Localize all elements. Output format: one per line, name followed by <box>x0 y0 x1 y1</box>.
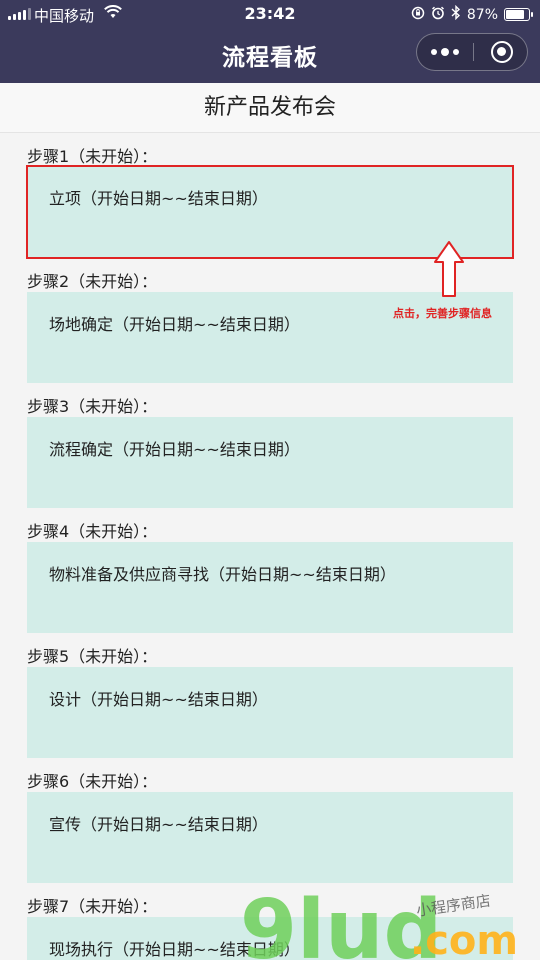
step-text: 场地确定（开始日期~~结束日期） <box>49 315 300 334</box>
step-text: 物料准备及供应商寻找（开始日期~~结束日期） <box>49 565 396 584</box>
board-title: 新产品发布会 <box>0 83 540 133</box>
step-label: 步骤1（未开始）： <box>27 147 158 166</box>
step-text: 宣传（开始日期~~结束日期） <box>49 815 268 834</box>
battery-icon <box>504 8 533 21</box>
arrow-up-icon <box>434 241 464 297</box>
step-label: 步骤2（未开始）： <box>27 272 158 291</box>
watermark-tld: .com <box>410 918 518 960</box>
step-text: 设计（开始日期~~结束日期） <box>49 690 268 709</box>
capsule-divider <box>473 43 474 61</box>
step-label: 步骤6（未开始）： <box>27 772 158 791</box>
step-card-3[interactable]: 流程确定（开始日期~~结束日期） <box>27 417 513 508</box>
more-dots-icon[interactable] <box>417 34 473 70</box>
step-text: 立项（开始日期~~结束日期） <box>49 189 268 208</box>
step-item-4: 步骤4（未开始）： 物料准备及供应商寻找（开始日期~~结束日期） <box>0 508 540 633</box>
step-label: 步骤4（未开始）： <box>27 522 158 541</box>
status-icons: 87% <box>411 4 533 24</box>
mini-program-capsule <box>416 33 528 71</box>
step-card-5[interactable]: 设计（开始日期~~结束日期） <box>27 667 513 758</box>
alarm-icon <box>431 6 445 24</box>
watermark-logo: 9lud .com 小程序商店 <box>240 890 518 960</box>
status-bar: 中国移动 23:42 87% <box>0 0 540 28</box>
step-label: 步骤7（未开始）： <box>27 897 158 916</box>
annotation-hint: 点击，完善步骤信息 <box>393 307 492 320</box>
step-card-6[interactable]: 宣传（开始日期~~结束日期） <box>27 792 513 883</box>
step-card-4[interactable]: 物料准备及供应商寻找（开始日期~~结束日期） <box>27 542 513 633</box>
target-circle-icon[interactable] <box>491 41 513 63</box>
battery-percent: 87% <box>466 6 498 23</box>
bluetooth-icon <box>451 4 461 24</box>
step-text: 流程确定（开始日期~~结束日期） <box>49 440 300 459</box>
step-label: 步骤5（未开始）： <box>27 647 158 666</box>
top-bar: 中国移动 23:42 87% 流程看板 <box>0 0 540 83</box>
step-item-5: 步骤5（未开始）： 设计（开始日期~~结束日期） <box>0 633 540 758</box>
step-label: 步骤3（未开始）： <box>27 397 158 416</box>
lock-rotation-icon <box>411 6 425 24</box>
step-item-3: 步骤3（未开始）： 流程确定（开始日期~~结束日期） <box>0 383 540 508</box>
step-item-6: 步骤6（未开始）： 宣传（开始日期~~结束日期） <box>0 758 540 883</box>
